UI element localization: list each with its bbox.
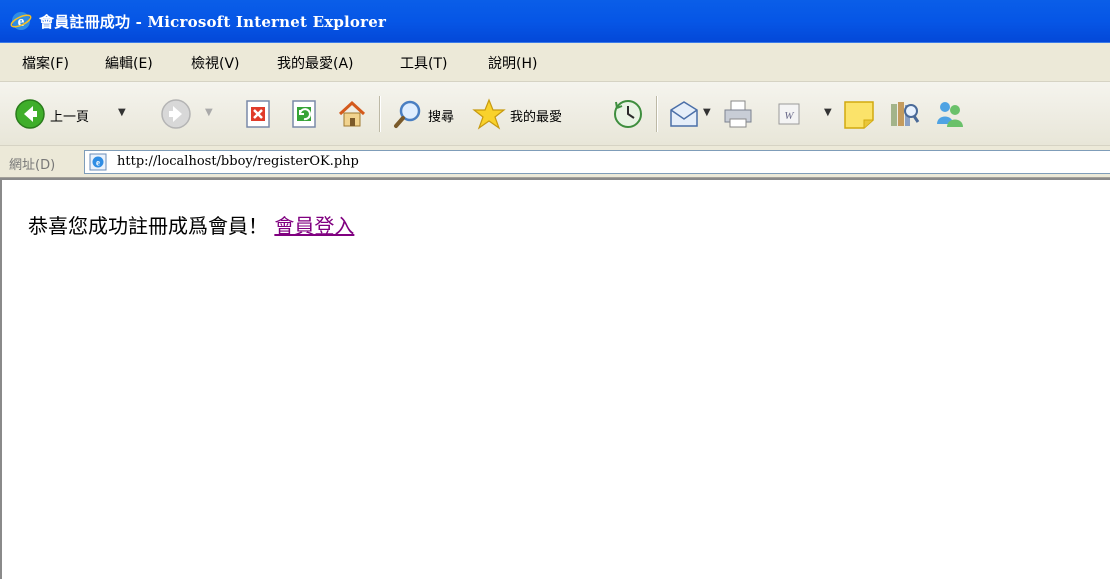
search-icon[interactable] [392,98,424,130]
svg-text:W: W [784,110,794,122]
favorites-star-icon[interactable] [472,98,506,130]
success-message: 恭喜您成功註冊成爲會員！ 會員登入 [28,210,354,239]
menu-bar: 檔案(F) 編輯(E) 檢視(V) 我的最愛(A) 工具(T) 說明(H) [0,43,1110,82]
back-button-label[interactable]: 上一頁 [50,106,89,125]
search-button-label[interactable]: 搜尋 [428,106,454,125]
forward-dropdown-icon[interactable]: ▼ [205,107,213,118]
word-edit-icon[interactable]: W [774,98,804,130]
success-text: 恭喜您成功註冊成爲會員！ [28,214,268,238]
menu-tools[interactable]: 工具(T) [400,53,447,73]
messenger-icon[interactable] [932,98,966,130]
research-icon[interactable] [888,98,920,130]
home-icon[interactable] [336,98,368,130]
title-bar[interactable]: e 會員註冊成功 - Microsoft Internet Explorer [0,0,1110,43]
address-bar: 網址(D) e http://localhost/bboy/registerOK… [0,146,1110,178]
edit-dropdown-icon[interactable]: ▼ [824,107,832,118]
toolbar: 上一頁 ▼ ▼ 搜尋 我的最愛 ▼ W ▼ [0,82,1110,146]
toolbar-separator [656,96,657,132]
menu-edit[interactable]: 編輯(E) [105,53,153,73]
member-login-link[interactable]: 會員登入 [274,214,354,238]
mail-icon[interactable] [668,98,700,130]
page-content: 恭喜您成功註冊成爲會員！ 會員登入 [0,178,1110,579]
ie-icon: e [10,12,32,30]
print-icon[interactable] [722,98,754,130]
page-icon: e [89,153,107,171]
address-url: http://localhost/bboy/registerOK.php [117,154,359,169]
address-label: 網址(D) [9,158,56,173]
window-title: 會員註冊成功 - Microsoft Internet Explorer [39,13,387,31]
mail-dropdown-icon[interactable]: ▼ [703,107,711,118]
forward-arrow-icon[interactable] [160,98,192,130]
svg-text:e: e [96,158,100,168]
favorites-button-label[interactable]: 我的最愛 [510,106,562,125]
back-dropdown-icon[interactable]: ▼ [118,107,126,118]
menu-file[interactable]: 檔案(F) [22,53,69,73]
history-icon[interactable] [612,98,644,130]
address-input[interactable]: e http://localhost/bboy/registerOK.php [84,150,1110,174]
back-arrow-icon[interactable] [14,98,46,130]
menu-favorites[interactable]: 我的最愛(A) [277,53,354,73]
menu-view[interactable]: 檢視(V) [191,53,240,73]
menu-help[interactable]: 說明(H) [488,53,537,73]
notes-icon[interactable] [842,98,876,130]
toolbar-separator [379,96,380,132]
refresh-icon[interactable] [290,98,320,130]
stop-icon[interactable] [244,98,274,130]
